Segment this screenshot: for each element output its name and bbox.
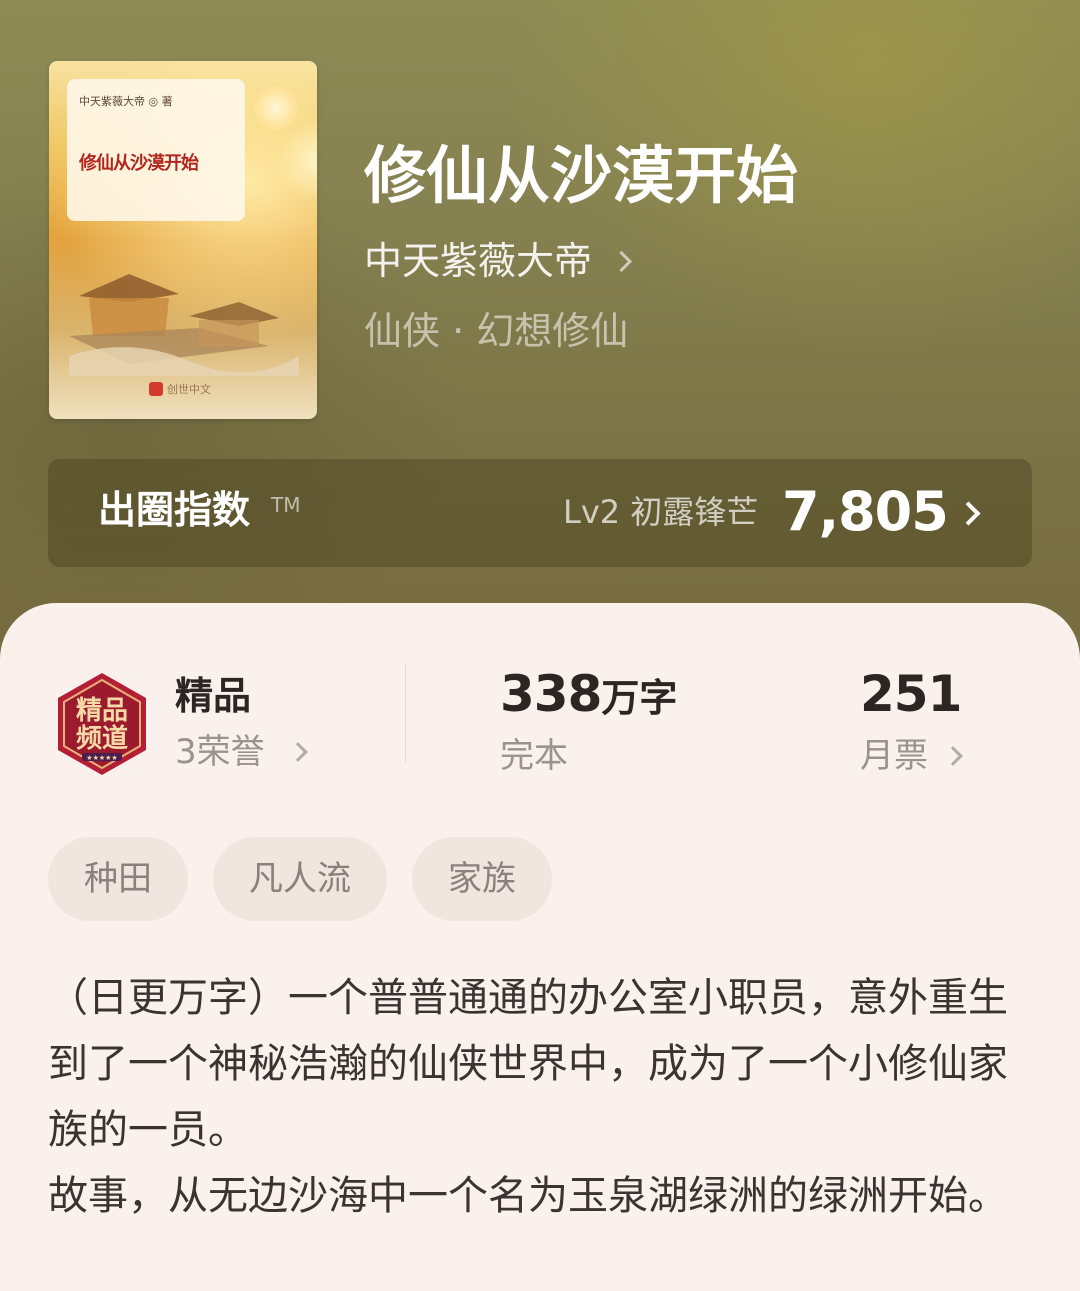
completion-status: 完本: [500, 736, 568, 776]
honor-title: 精品: [175, 674, 252, 718]
tag-chip[interactable]: 种田: [48, 837, 188, 921]
chevron-right-icon: [943, 746, 963, 766]
book-detail-card: 精品 频道 ★★★★★ 精品 3荣誉 338万字 完本 251 月票 种田 凡人…: [0, 603, 1080, 1291]
cover-publisher: 创世中文: [149, 381, 211, 397]
book-genre: 仙侠 · 幻想修仙: [364, 309, 629, 353]
tag-chip[interactable]: 家族: [412, 837, 552, 921]
description-paragraph: 故事，从无边沙海中一个名为玉泉湖绿洲的绿洲开始。: [48, 1173, 1008, 1219]
popularity-index-bar[interactable]: 出圈指数 TM Lv2 初露锋芒 7,805: [48, 459, 1032, 567]
stats-divider: [405, 663, 406, 763]
word-count-unit: 万字: [601, 676, 678, 720]
cover-sun: [254, 86, 298, 130]
word-count: 338万字: [500, 665, 677, 735]
tag-list: 种田 凡人流 家族: [48, 837, 552, 921]
index-level: Lv2 初露锋芒: [563, 493, 759, 531]
index-name: 出圈指数: [98, 488, 251, 532]
cover-palace-illustration: [69, 274, 299, 376]
index-trademark: TM: [271, 493, 301, 517]
book-cover[interactable]: 中天紫薇大帝 ◎ 著 修仙从沙漠开始 创世中文: [49, 61, 317, 419]
author-link[interactable]: 中天紫薇大帝: [364, 236, 633, 286]
svg-text:频道: 频道: [76, 723, 128, 754]
honor-count: 3荣誉: [175, 732, 265, 772]
book-title: 修仙从沙漠开始: [364, 139, 799, 212]
svg-text:精品: 精品: [76, 696, 128, 726]
word-count-number: 338: [500, 665, 602, 723]
monthly-ticket-link[interactable]: 月票: [860, 733, 963, 779]
cover-title: 修仙从沙漠开始: [79, 153, 199, 174]
publisher-logo-icon: [149, 382, 163, 396]
cover-label: 中天紫薇大帝 ◎ 著 修仙从沙漠开始: [67, 79, 245, 221]
honor-link[interactable]: 3荣誉: [175, 729, 308, 775]
index-value: 7,805: [782, 480, 949, 543]
cover-author: 中天紫薇大帝 ◎ 著: [79, 95, 173, 108]
premium-channel-badge-icon: 精品 频道 ★★★★★: [58, 673, 146, 775]
svg-text:★★★★★: ★★★★★: [86, 754, 117, 762]
author-name: 中天紫薇大帝: [364, 239, 593, 283]
chevron-right-icon: [610, 250, 633, 272]
description-paragraph: （日更万字）一个普普通通的办公室小职员，意外重生到了一个神秘浩瀚的仙侠世界中，成…: [48, 975, 1008, 1153]
chevron-right-icon: [287, 742, 308, 762]
book-description: （日更万字）一个普普通通的办公室小职员，意外重生到了一个神秘浩瀚的仙侠世界中，成…: [48, 965, 1008, 1229]
chevron-right-icon: [956, 501, 981, 526]
tag-chip[interactable]: 凡人流: [213, 837, 387, 921]
publisher-name: 创世中文: [167, 383, 211, 396]
monthly-ticket-label: 月票: [860, 736, 928, 776]
monthly-ticket-count: 251: [860, 665, 962, 723]
